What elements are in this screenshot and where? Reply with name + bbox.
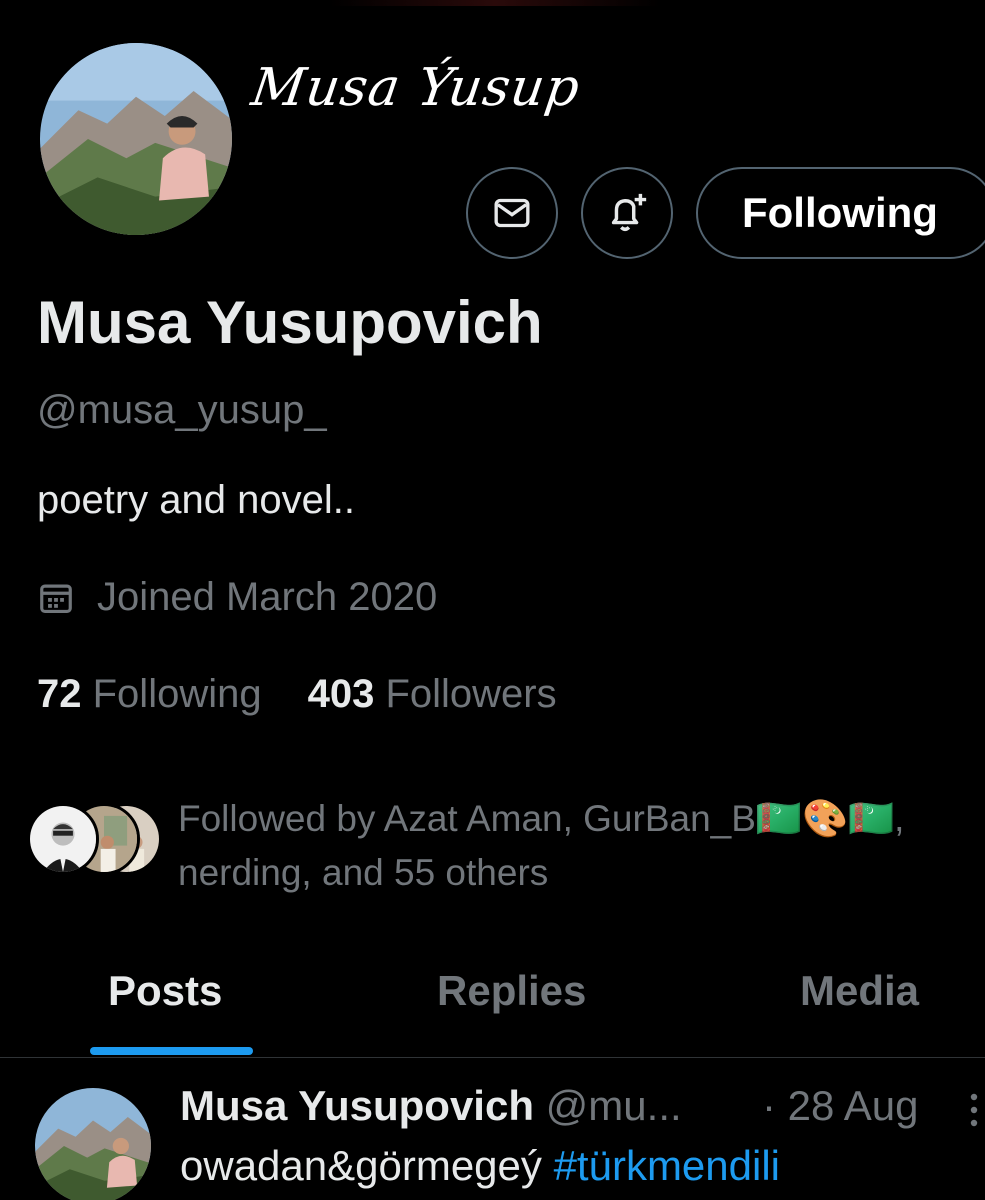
calendar-icon: [40, 584, 72, 613]
banner-signature: Musa Ýusup: [247, 58, 584, 118]
following-label: Following: [92, 672, 262, 716]
post-header: Musa Yusupovich @mu...: [180, 1082, 682, 1130]
post-author-handle[interactable]: @mu...: [546, 1082, 682, 1129]
following-button[interactable]: Following: [696, 167, 985, 259]
profile-stats: 72 Following 403 Followers: [37, 672, 603, 717]
follower-photo: [30, 806, 96, 872]
post-text: owadan&görmegeý #türkmendili: [180, 1142, 780, 1190]
post-timestamp[interactable]: · 28 Aug: [762, 1082, 918, 1130]
message-button[interactable]: [466, 167, 558, 259]
tab-posts[interactable]: Posts: [108, 967, 222, 1015]
active-tab-indicator: [90, 1047, 253, 1055]
more-options-icon[interactable]: [968, 1092, 980, 1128]
followers-label: Followers: [385, 672, 557, 716]
notify-button[interactable]: [581, 167, 673, 259]
followers-count: 403: [307, 672, 375, 716]
envelope-icon: [494, 198, 530, 228]
followers-stat[interactable]: 403 Followers: [308, 672, 557, 717]
tab-replies[interactable]: Replies: [437, 967, 586, 1015]
tab-media[interactable]: Media: [800, 967, 919, 1015]
avatar-photo: [35, 1088, 151, 1200]
bio: poetry and novel..: [37, 478, 355, 522]
following-count: 72: [37, 672, 82, 716]
post-author-avatar[interactable]: [35, 1088, 151, 1200]
post-author-name[interactable]: Musa Yusupovich: [180, 1082, 534, 1129]
status-strip: [330, 0, 660, 6]
joined-label: Joined March 2020: [97, 575, 438, 619]
display-name: Musa Yusupovich: [37, 289, 543, 356]
post-hashtag[interactable]: #türkmendili: [554, 1142, 780, 1189]
followed-by-line: Followed by Azat Aman, GurBan_B🇹🇲🎨🇹🇲,: [178, 798, 905, 839]
followed-by-text[interactable]: Followed by Azat Aman, GurBan_B🇹🇲🎨🇹🇲, ne…: [178, 792, 985, 900]
followed-by-line: nerding, and 55 others: [178, 852, 549, 893]
post-body: owadan&görmegeý: [180, 1142, 542, 1189]
avatar-photo: [40, 43, 232, 235]
profile-avatar[interactable]: [37, 40, 235, 238]
tabs-divider: [0, 1057, 985, 1058]
follower-avatar[interactable]: [27, 803, 99, 875]
joined-date: Joined March 2020: [37, 575, 437, 620]
bell-plus-icon: [611, 193, 647, 232]
user-handle: @musa_yusup_: [37, 388, 327, 432]
following-stat[interactable]: 72 Following: [37, 672, 262, 717]
